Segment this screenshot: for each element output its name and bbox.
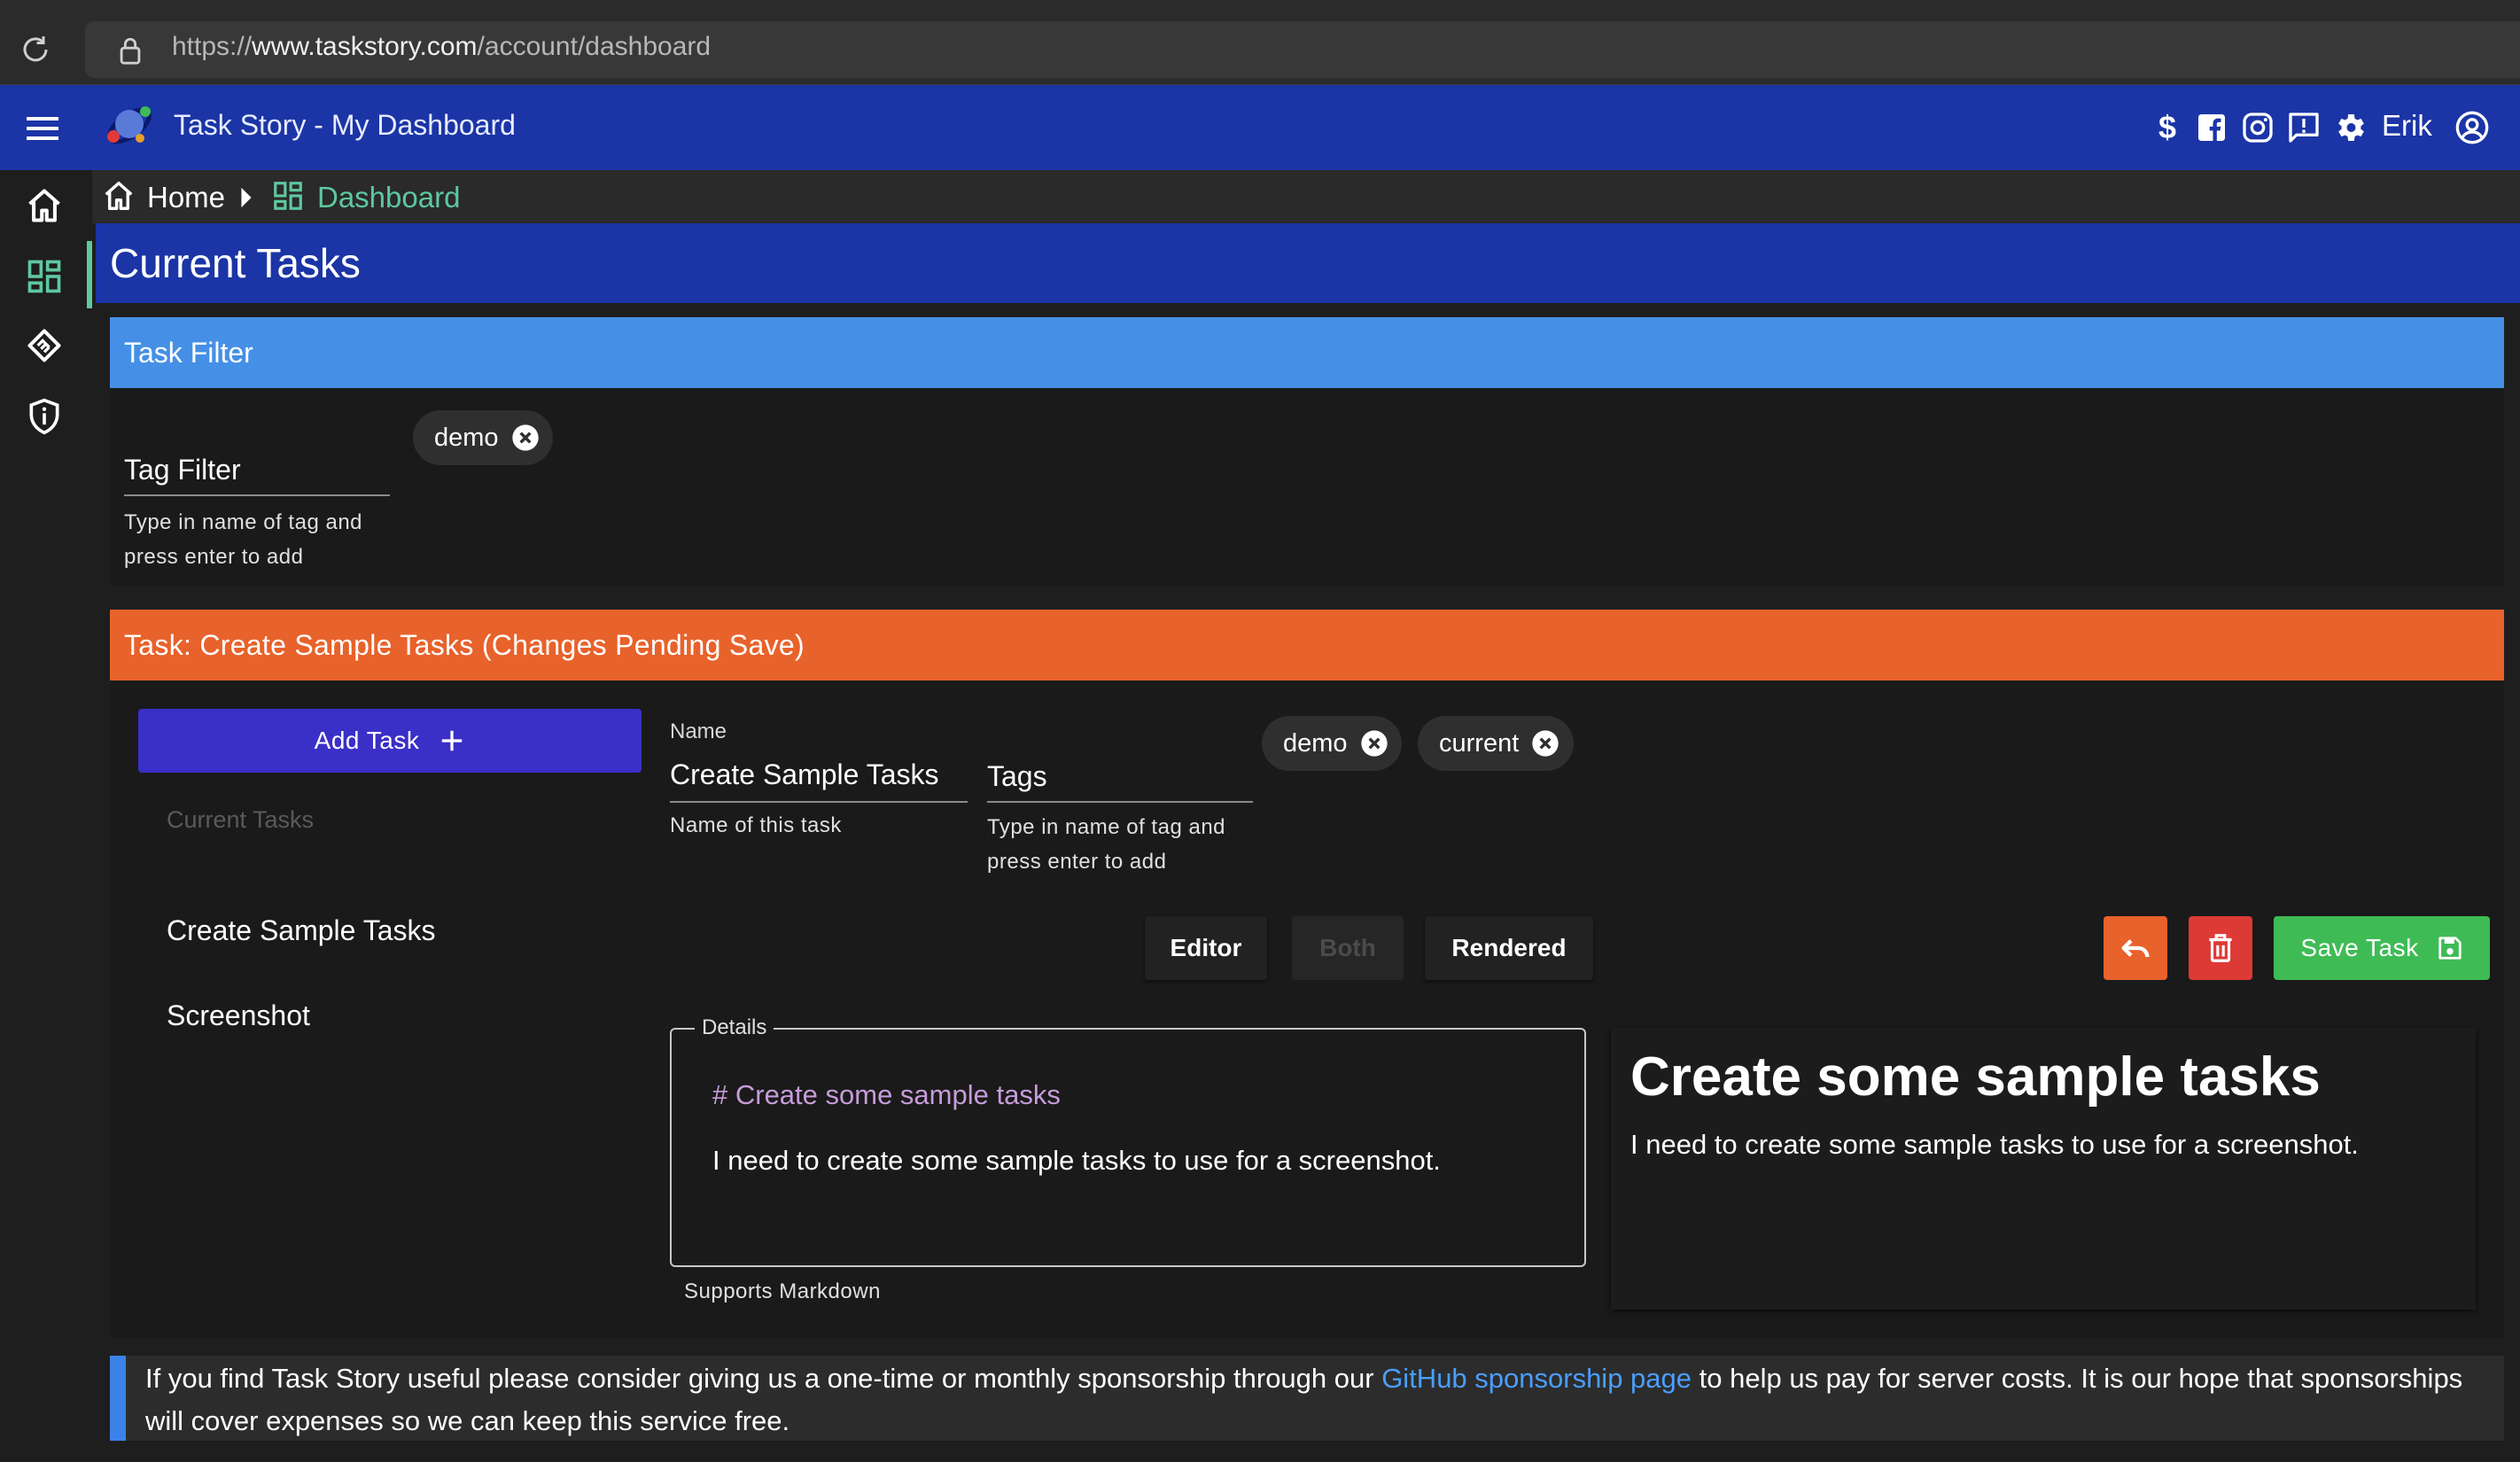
tag-chip-demo[interactable]: demo	[1262, 716, 1402, 771]
task-list-item[interactable]: Create Sample Tasks	[167, 914, 436, 947]
dashboard-icon	[271, 179, 305, 213]
chevron-right-icon	[237, 186, 255, 209]
task-list-item[interactable]: Screenshot	[167, 999, 310, 1032]
markdown-body-line[interactable]: I need to create some sample tasks to us…	[712, 1145, 1441, 1177]
undo-icon	[2121, 939, 2150, 958]
breadcrumb-current: Dashboard	[317, 181, 461, 214]
task-filter-header	[110, 317, 2504, 388]
details-label: Details	[695, 1015, 774, 1040]
delete-button[interactable]	[2189, 916, 2252, 980]
breadcrumb-home[interactable]: Home	[147, 181, 225, 214]
page-header	[96, 223, 2520, 303]
app-title[interactable]: Task Story - My Dashboard	[174, 109, 516, 142]
save-task-button[interactable]: Save Task	[2274, 916, 2490, 980]
close-icon[interactable]	[1360, 729, 1388, 758]
sponsor-accent-bar	[110, 1356, 126, 1441]
add-task-label: Add Task	[314, 727, 420, 754]
home-icon[interactable]	[101, 179, 136, 213]
url-scheme: https://	[172, 32, 253, 61]
url-host: www.taskstory.com	[252, 32, 478, 61]
account-icon[interactable]	[2454, 110, 2490, 145]
filter-chip-demo[interactable]: demo	[413, 410, 553, 465]
lock-icon	[117, 35, 144, 66]
nav-active-indicator	[87, 241, 92, 308]
tags-input[interactable]: Tags	[987, 760, 1047, 793]
name-field[interactable]: Create Sample Tasks	[670, 758, 939, 791]
shield-icon[interactable]	[25, 397, 64, 436]
tag-filter-help: Type in name of tag and press enter to a…	[124, 510, 363, 569]
details-help: Supports Markdown	[684, 1279, 881, 1303]
home-icon[interactable]	[25, 186, 64, 225]
gear-icon[interactable]	[2332, 110, 2368, 145]
tags-input-underline	[987, 801, 1253, 803]
feedback-icon[interactable]	[2286, 110, 2322, 145]
task-filter-title: Task Filter	[124, 337, 253, 369]
name-field-label: Name	[670, 719, 727, 743]
chip-label: demo	[1283, 728, 1348, 758]
plus-icon	[442, 730, 463, 751]
chip-label: demo	[434, 423, 499, 452]
task-title: Task: Create Sample Tasks (Changes Pendi…	[124, 629, 805, 661]
instagram-icon[interactable]	[2240, 110, 2275, 145]
tag-filter-input[interactable]: Tag Filter	[124, 454, 241, 486]
name-field-help: Name of this task	[670, 813, 842, 837]
tag-chip-current[interactable]: current	[1418, 716, 1574, 771]
url-path: /account/dashboard	[477, 32, 712, 61]
menu-icon[interactable]	[27, 115, 62, 142]
chip-label: current	[1439, 728, 1520, 758]
view-rendered-button[interactable]: Rendered	[1425, 916, 1593, 980]
github-sponsorship-link[interactable]: GitHub sponsorship page	[1381, 1363, 1692, 1394]
view-editor-button[interactable]: Editor	[1145, 916, 1267, 980]
task-list-label: Current Tasks	[167, 806, 315, 833]
tags-input-help: Type in name of tag and press enter to a…	[987, 815, 1226, 874]
trash-icon	[2209, 934, 2232, 962]
sponsor-text-before: If you find Task Story useful please con…	[145, 1363, 1382, 1394]
user-name[interactable]: Erik	[2382, 109, 2432, 143]
undo-button[interactable]	[2104, 916, 2167, 980]
sponsor-text: If you find Task Story useful please con…	[145, 1357, 2485, 1443]
name-field-underline	[670, 801, 968, 803]
close-icon[interactable]	[1531, 729, 1559, 758]
save-task-label: Save Task	[2300, 934, 2419, 961]
markdown-heading-line[interactable]: # Create some sample tasks	[712, 1079, 1061, 1111]
dollar-icon[interactable]: $	[2150, 110, 2185, 145]
rendered-paragraph: I need to create some sample tasks to us…	[1630, 1129, 2359, 1160]
dashboard-icon[interactable]	[25, 257, 64, 296]
reload-icon[interactable]	[19, 34, 51, 66]
floppy-icon	[2438, 937, 2462, 960]
url-text[interactable]: https://www.taskstory.com/account/dashbo…	[172, 32, 711, 62]
tag-filter-underline	[124, 494, 390, 496]
rendered-heading: Create some sample tasks	[1630, 1046, 2321, 1108]
app-logo[interactable]	[101, 96, 158, 152]
facebook-icon[interactable]	[2194, 110, 2229, 145]
page-title: Current Tasks	[110, 240, 361, 286]
add-task-button[interactable]: Add Task	[138, 709, 642, 773]
handshake-icon[interactable]	[25, 326, 64, 365]
view-both-button[interactable]: Both	[1292, 916, 1404, 980]
close-icon[interactable]	[511, 424, 540, 452]
